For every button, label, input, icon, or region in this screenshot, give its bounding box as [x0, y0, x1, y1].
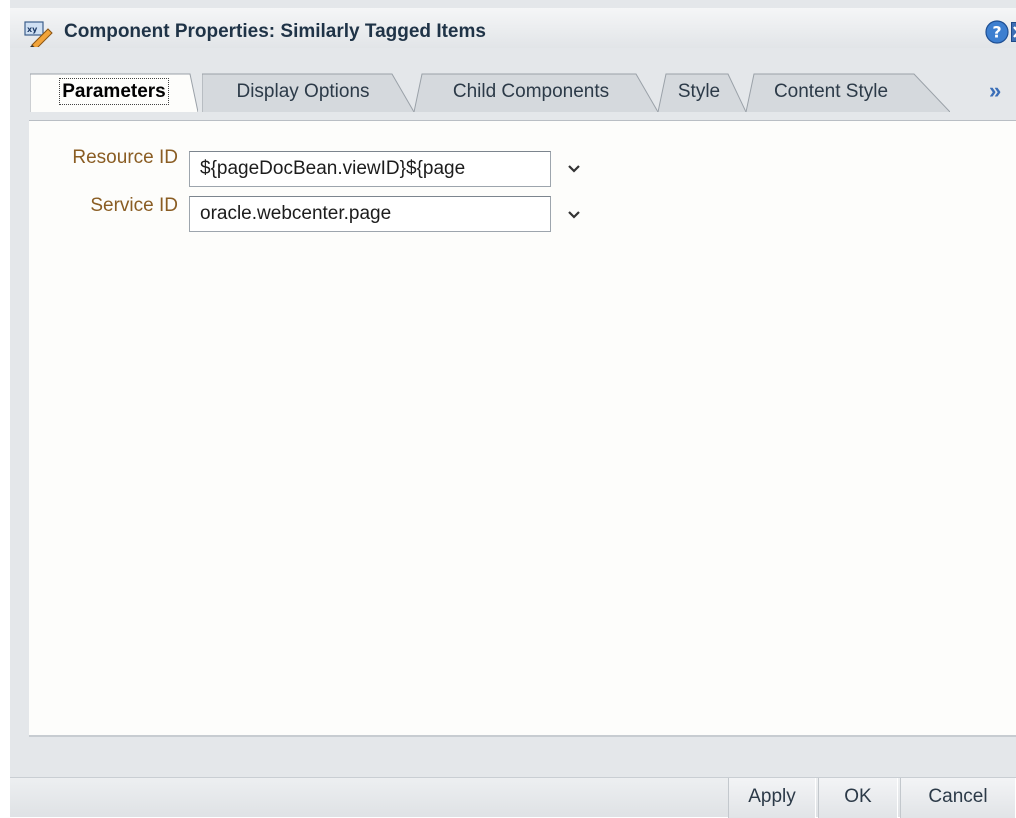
tab-style[interactable]: Style: [658, 72, 746, 112]
title-bar: xy Component Properties: Similarly Tagge…: [10, 8, 1016, 48]
tab-label: Display Options: [202, 81, 414, 103]
resource-id-input[interactable]: [189, 151, 551, 187]
tab-child-components[interactable]: Child Components: [414, 72, 658, 112]
service-id-label: Service ID: [18, 195, 178, 217]
service-id-dropdown-icon[interactable]: [566, 209, 582, 221]
svg-text:xy: xy: [27, 25, 38, 34]
apply-button[interactable]: Apply: [728, 778, 816, 818]
edit-properties-icon: xy: [24, 21, 54, 47]
parameters-panel: Resource ID Service ID: [29, 120, 1016, 737]
help-icon[interactable]: ?: [985, 20, 1009, 44]
footer-spacer: [10, 737, 1016, 777]
tab-label: Child Components: [414, 81, 658, 103]
more-tabs-icon[interactable]: »: [989, 78, 1001, 104]
resource-id-label: Resource ID: [18, 147, 178, 169]
service-id-input[interactable]: [189, 196, 551, 232]
close-icon[interactable]: [1011, 22, 1016, 42]
tab-label: Style: [658, 81, 746, 103]
tab-strip: Parameters Display Options Child Compone…: [10, 48, 1016, 120]
tab-display-options[interactable]: Display Options: [202, 72, 414, 112]
tab-label: Content Style: [746, 81, 950, 103]
button-bar: Apply OK Cancel: [10, 777, 1016, 817]
tab-parameters[interactable]: Parameters: [30, 72, 198, 112]
cancel-button[interactable]: Cancel: [900, 778, 1016, 818]
svg-text:?: ?: [992, 23, 1001, 42]
left-edge: [0, 0, 10, 817]
tab-content-style[interactable]: Content Style: [746, 72, 950, 112]
resource-id-dropdown-icon[interactable]: [566, 163, 582, 175]
tab-label: Parameters: [62, 81, 166, 102]
component-properties-dialog: xy Component Properties: Similarly Tagge…: [0, 0, 1016, 817]
dialog-title: Component Properties: Similarly Tagged I…: [64, 21, 486, 43]
ok-button[interactable]: OK: [818, 778, 898, 818]
